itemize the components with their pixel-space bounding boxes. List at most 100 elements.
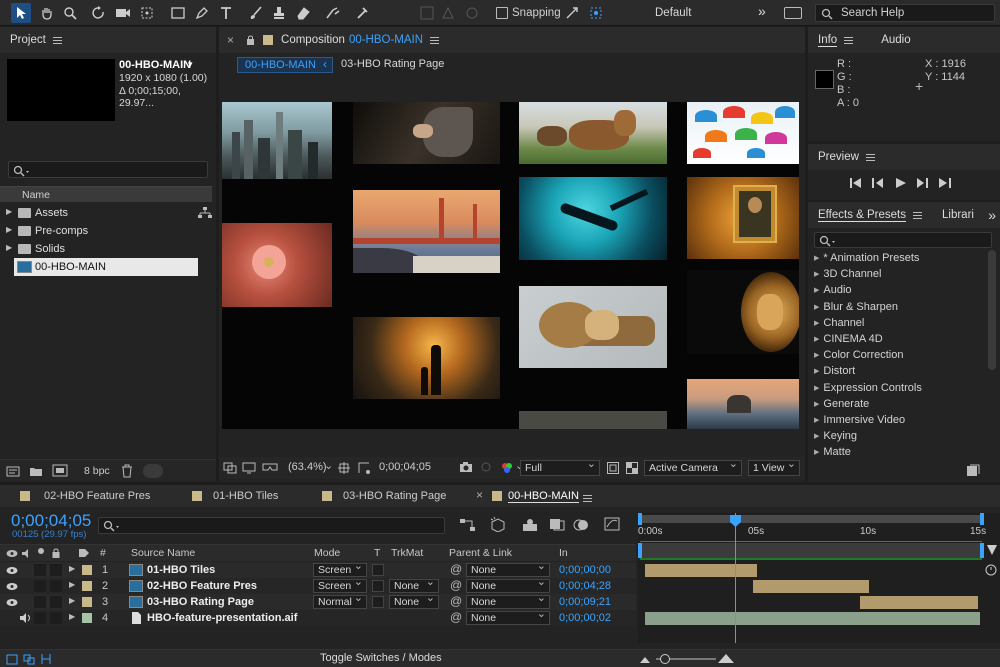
solo-switch[interactable] (34, 612, 46, 624)
solo-icon[interactable] (38, 548, 44, 554)
pan-behind-tool-icon[interactable] (137, 3, 157, 23)
layer-label-color[interactable] (82, 581, 92, 591)
info-menu-icon[interactable] (844, 36, 854, 44)
label-tag-icon[interactable] (78, 548, 90, 558)
shy-layers-icon[interactable] (522, 518, 538, 532)
snapping-checkbox[interactable] (496, 7, 508, 19)
interpret-footage-icon[interactable] (6, 465, 20, 477)
play-icon[interactable] (896, 178, 906, 188)
mask-visibility-icon[interactable] (357, 461, 371, 475)
project-item-main-comp[interactable]: 00-HBO-MAIN (14, 258, 198, 276)
draft-3d-icon[interactable] (489, 516, 507, 532)
tab-00-hbo-main[interactable]: 00-HBO-MAIN (508, 490, 579, 503)
graph-editor-icon[interactable] (604, 516, 620, 532)
hand-tool-icon[interactable] (37, 3, 57, 23)
effects-item[interactable]: ▶ 3D Channel (810, 266, 986, 282)
expand-layer-icon[interactable]: ▶ (69, 580, 75, 589)
workspace-menu-icon[interactable] (784, 7, 802, 19)
snap-features-icon[interactable] (586, 3, 606, 23)
preview-menu-icon[interactable] (865, 153, 875, 161)
flowchart-icon[interactable] (198, 207, 212, 219)
pick-whip-icon[interactable]: @ (450, 578, 462, 592)
workspace-default[interactable]: Default (655, 7, 691, 19)
time-navigator[interactable] (640, 543, 982, 558)
camera-tool-icon[interactable] (113, 3, 133, 23)
navigator-end-handle[interactable] (980, 543, 984, 558)
lock-switch[interactable] (50, 612, 62, 624)
previous-frame-icon[interactable] (872, 178, 884, 188)
layer-label-color[interactable] (82, 565, 92, 575)
close-tab-icon[interactable]: × (476, 488, 483, 502)
toggle-transparency-icon[interactable] (626, 462, 638, 474)
timeline-menu-icon[interactable] (583, 495, 592, 502)
first-frame-icon[interactable] (850, 178, 862, 188)
parent-dropdown[interactable]: None (466, 560, 550, 577)
lock-switch[interactable] (50, 564, 62, 576)
snapshot-camera-icon[interactable] (459, 461, 473, 473)
show-snapshot-icon[interactable] (479, 461, 493, 473)
effects-scrollbar[interactable] (988, 250, 996, 370)
zoom-out-mountain-icon[interactable] (640, 654, 652, 664)
region-of-interest-icon[interactable] (242, 462, 256, 474)
solo-switch[interactable] (34, 564, 46, 576)
vr-glasses-icon[interactable] (262, 461, 278, 473)
zoom-in-mountain-icon[interactable] (718, 652, 734, 664)
project-item-assets[interactable]: ▶ Assets (0, 204, 198, 222)
breadcrumb-next[interactable]: 03-HBO Rating Page (341, 58, 444, 70)
solo-switch[interactable] (34, 596, 46, 608)
parent-dropdown[interactable]: None (466, 608, 550, 625)
bit-depth-label[interactable]: 8 bpc (84, 465, 110, 477)
parent-dropdown[interactable]: None (466, 576, 550, 593)
tab-info[interactable]: Info (818, 34, 838, 47)
project-search-input[interactable] (8, 161, 208, 178)
effects-item[interactable]: ▶ Keying (810, 428, 986, 444)
view-layout-dropdown[interactable]: 1 View (748, 457, 800, 476)
layer-bar-2[interactable] (753, 580, 869, 593)
new-composition-icon[interactable] (52, 464, 68, 477)
expand-layer-icon[interactable]: ▶ (69, 564, 75, 573)
effects-item[interactable]: ▶ CINEMA 4D (810, 331, 986, 347)
tab-libraries[interactable]: Librari (942, 209, 974, 221)
comp-dropdown-icon[interactable]: ▾ (188, 59, 193, 70)
column-name-label[interactable]: Name (22, 189, 50, 201)
effects-item[interactable]: ▶ Channel (810, 315, 986, 331)
effects-item[interactable]: ▶ Audio (810, 282, 986, 298)
snap-edges-icon[interactable] (562, 3, 582, 23)
blend-mode-dropdown[interactable]: Normal (313, 592, 367, 609)
navigator-start-handle[interactable] (638, 543, 642, 558)
tab-effects-presets[interactable]: Effects & Presets (818, 209, 906, 222)
camera-view-dropdown[interactable]: Active Camera (644, 457, 742, 476)
blend-mode-dropdown[interactable]: Screen (313, 560, 367, 577)
work-area-start-handle[interactable] (638, 513, 642, 525)
transfer-controls-icon[interactable] (23, 654, 35, 665)
lock-switch[interactable] (50, 596, 62, 608)
current-time-display[interactable]: 0;00;04;05 (379, 461, 431, 473)
toggle-icon[interactable] (143, 464, 163, 478)
layer-bar-3[interactable] (860, 596, 978, 609)
brush-tool-icon[interactable] (246, 3, 266, 23)
resolution-dropdown[interactable]: Full (520, 457, 600, 476)
effects-item[interactable]: ▶ Matte (810, 444, 986, 460)
effects-search-input[interactable] (814, 232, 992, 248)
work-area-end-handle[interactable] (980, 513, 984, 525)
eye-icon[interactable] (6, 549, 18, 558)
effects-item[interactable]: ▶ Distort (810, 363, 986, 379)
solo-switch[interactable] (34, 580, 46, 592)
toggle-switches-modes[interactable]: Toggle Switches / Modes (320, 652, 442, 664)
col-source-name[interactable]: Source Name (131, 547, 195, 559)
effects-item[interactable]: ▶ Color Correction (810, 347, 986, 363)
project-item-solids[interactable]: ▶ Solids (0, 240, 198, 258)
layer-in-time[interactable]: 0;00;09;21 (559, 596, 611, 608)
audio-speaker-icon[interactable] (20, 613, 32, 623)
pick-whip-icon[interactable]: @ (450, 562, 462, 576)
new-preset-icon[interactable] (966, 464, 980, 477)
layer-row-4[interactable]: ▶ 4 HBO-feature-presentation.aif @ None … (0, 608, 636, 626)
eraser-tool-icon[interactable] (293, 3, 313, 23)
expand-layer-icon[interactable]: ▶ (69, 612, 75, 621)
roto-brush-tool-icon[interactable] (323, 3, 343, 23)
transparency-grid-icon[interactable] (607, 462, 619, 474)
layer-label-color[interactable] (82, 613, 92, 623)
tab-03-hbo-rating-page[interactable]: 03-HBO Rating Page (343, 490, 446, 502)
layer-in-time[interactable]: 0;00;00;00 (559, 564, 611, 576)
layer-bar-4[interactable] (645, 612, 980, 625)
